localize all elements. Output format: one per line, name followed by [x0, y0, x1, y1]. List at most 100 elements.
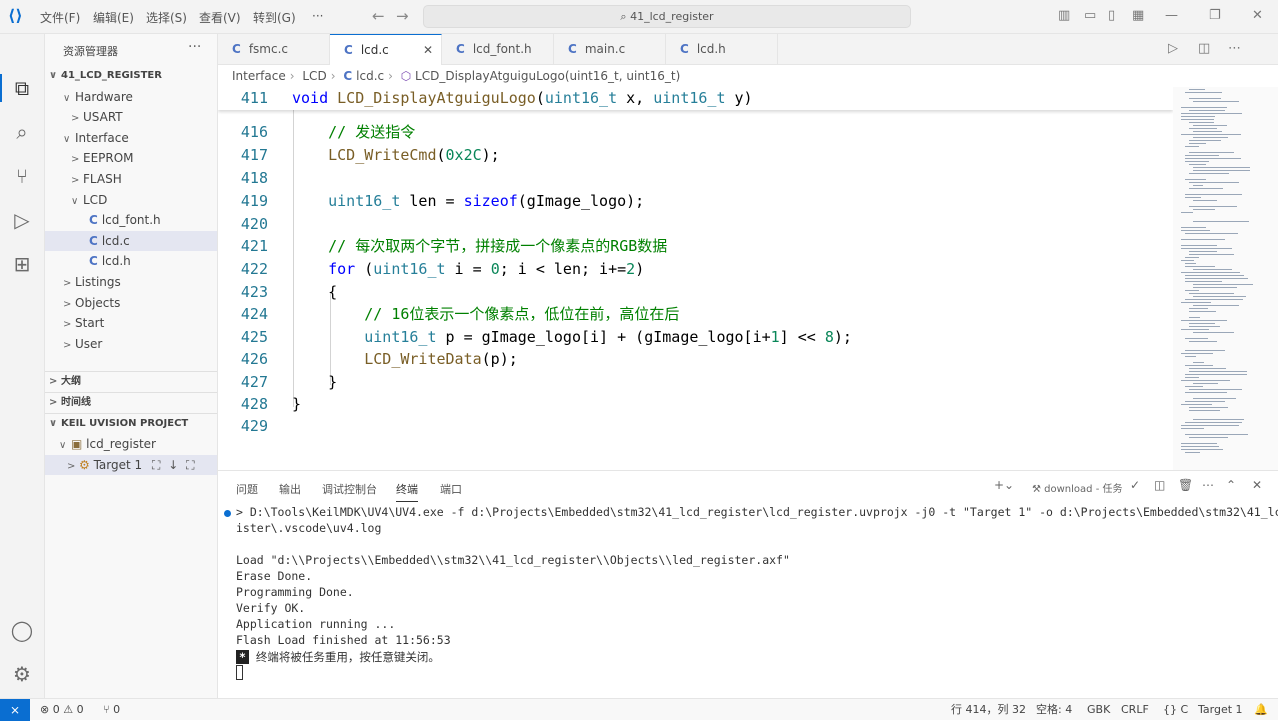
menu-selection[interactable]: 选择(S) [146, 9, 187, 26]
editor-tabs: Cfsmc.c Clcd.c ✕ Clcd_font.h Cmain.c Clcd… [218, 34, 1278, 65]
tree-item[interactable]: > Start [45, 313, 217, 333]
menu-view[interactable]: 查看(V) [199, 9, 241, 26]
tree-item[interactable]: ∨ LCD [45, 190, 217, 210]
extensions-icon[interactable]: ⊞ [10, 252, 34, 276]
split-editor-icon[interactable]: ◫ [1198, 41, 1210, 56]
back-arrow-icon[interactable]: ← [372, 7, 385, 25]
breadcrumb-item[interactable]: Interface [232, 69, 286, 83]
terminal-line: ister\.vscode\uv4.log [236, 521, 382, 535]
split-terminal-icon[interactable]: ◫ [1154, 478, 1165, 492]
menu-file[interactable]: 文件(F) [40, 9, 80, 26]
new-terminal-icon[interactable]: +⌄ [994, 478, 1014, 492]
tab-lcd-font-h[interactable]: Clcd_font.h [442, 34, 554, 65]
tree-item[interactable]: ∨ Hardware [45, 87, 217, 107]
breadcrumb-item[interactable]: LCD [302, 69, 326, 83]
tree-item[interactable]: > Listings [45, 272, 217, 292]
eol-status[interactable]: CRLF [1121, 699, 1149, 721]
toggle-secondary-sidebar-icon[interactable]: ▯ [1108, 8, 1115, 23]
tree-item[interactable]: > USART [45, 107, 217, 127]
keil-project-section[interactable]: ∨ KEIL UVISION PROJECT [45, 414, 217, 434]
minimize-icon[interactable]: — [1165, 8, 1178, 23]
project-label: lcd_register [86, 437, 156, 451]
run-debug-icon[interactable]: ▷ [10, 208, 34, 232]
tree-item-label: 41_LCD_REGISTER [61, 70, 162, 81]
cursor-position[interactable]: 行 414，列 32 [951, 699, 1026, 721]
code-editor[interactable]: 416 // 发送指令 417 LCD_WriteCmd(0x2C); 418 … [218, 87, 1173, 470]
download-icon[interactable]: ↓ [168, 458, 178, 472]
ports-status[interactable]: ⑂ 0 [103, 699, 120, 721]
build-icon[interactable]: ⛶ [152, 458, 160, 472]
outline-section[interactable]: > 大纲 [45, 372, 217, 392]
keil-target-status[interactable]: Target 1 [1198, 699, 1243, 721]
line-number: 425 [240, 328, 268, 346]
problems-status[interactable]: ⊗ 0 ⚠ 0 [40, 699, 84, 721]
minimap-line [1189, 128, 1217, 129]
minimap[interactable] [1173, 87, 1278, 470]
sticky-scroll-header[interactable]: 411 void LCD_DisplayAtguiguLogo(uint16_t … [218, 87, 1173, 110]
command-center-search[interactable]: ⌕ 41_lcd_register [423, 5, 911, 28]
tree-item[interactable]: Clcd.c [45, 230, 217, 251]
explorer-icon[interactable]: ⧉ [10, 76, 34, 100]
tree-item[interactable]: > Objects [45, 293, 217, 313]
remote-indicator-icon[interactable]: ⨯ [0, 699, 30, 721]
more-icon[interactable]: ⋯ [1228, 41, 1241, 56]
tab-output[interactable]: 输出 [279, 481, 301, 497]
rebuild-icon[interactable]: ⛶ [186, 458, 194, 472]
menu-go[interactable]: 转到(G) [253, 9, 296, 26]
settings-gear-icon[interactable]: ⚙ [10, 662, 34, 686]
language-mode[interactable]: {} C [1163, 699, 1188, 721]
check-icon[interactable]: ✓ [1130, 478, 1140, 492]
search-icon[interactable]: ⌕ [10, 120, 34, 144]
minimap-line [1193, 200, 1217, 201]
terminal-task-selector[interactable]: ⚒ download - 任务 [1032, 480, 1122, 495]
tree-item[interactable]: > EEPROM [45, 148, 217, 168]
tab-ports[interactable]: 端口 [440, 481, 462, 497]
forward-arrow-icon[interactable]: → [396, 7, 409, 25]
project-item[interactable]: ∨ ▣ lcd_register [45, 434, 217, 454]
menu-more[interactable]: ··· [312, 9, 323, 23]
close-panel-icon[interactable]: ✕ [1252, 478, 1262, 492]
minimap-line [1193, 125, 1227, 126]
tree-item[interactable]: > FLASH [45, 169, 217, 189]
target-item[interactable]: > ⚙ Target 1 ⛶ ↓ ⛶ [45, 455, 217, 475]
breadcrumb-item[interactable]: lcd.c [356, 69, 384, 83]
timeline-section[interactable]: > 时间线 [45, 393, 217, 413]
line-number: 427 [240, 373, 268, 391]
source-control-icon[interactable]: ⑂ [10, 164, 34, 188]
account-icon[interactable]: ◯ [10, 618, 34, 642]
tree-item[interactable]: ∨ Interface [45, 128, 217, 148]
tree-item[interactable]: > User [45, 334, 217, 354]
tab-main-c[interactable]: Cmain.c [554, 34, 666, 65]
code-line: 425 uint16_t p = gImage_logo[i] + (gImag… [218, 326, 1173, 348]
indentation-status[interactable]: 空格: 4 [1036, 699, 1072, 721]
more-actions-icon[interactable]: ··· [188, 39, 201, 55]
toggle-panel-icon[interactable]: ▭ [1084, 8, 1096, 23]
minimap-line [1193, 167, 1250, 168]
close-window-icon[interactable]: ✕ [1252, 8, 1263, 23]
terminal-line: Application running ... [236, 617, 396, 631]
customize-layout-icon[interactable]: ▦ [1132, 8, 1144, 23]
menu-edit[interactable]: 编辑(E) [93, 9, 134, 26]
encoding-status[interactable]: GBK [1087, 699, 1110, 721]
tree-item[interactable]: Clcd_font.h [45, 210, 217, 230]
notifications-bell-icon[interactable]: 🔔 [1254, 699, 1268, 721]
tab-lcd-h[interactable]: Clcd.h [666, 34, 778, 65]
close-icon[interactable]: ✕ [423, 35, 433, 66]
tab-problems[interactable]: 问题 [236, 481, 258, 497]
breadcrumb-item[interactable]: LCD_DisplayAtguiguLogo(uint16_t, uint16_… [415, 69, 680, 83]
trash-icon[interactable]: 🗑 [1178, 478, 1193, 492]
maximize-panel-icon[interactable]: ⌃ [1226, 478, 1236, 492]
more-icon[interactable]: ⋯ [1202, 478, 1214, 492]
restore-icon[interactable]: ❐ [1209, 8, 1221, 23]
tab-lcd-c[interactable]: Clcd.c ✕ [330, 34, 442, 65]
tree-item[interactable]: Clcd.h [45, 251, 217, 271]
minimap-line [1181, 212, 1193, 213]
minimap-line [1185, 290, 1199, 291]
toggle-sidebar-icon[interactable]: ▥ [1058, 8, 1070, 23]
chevron-right-icon: › [289, 69, 295, 83]
tree-item[interactable]: ∨ 41_LCD_REGISTER [45, 66, 217, 86]
tab-fsmc-c[interactable]: Cfsmc.c [218, 34, 330, 65]
tab-terminal[interactable]: 终端 [396, 481, 418, 502]
tab-debug-console[interactable]: 调试控制台 [322, 481, 377, 497]
run-icon[interactable]: ▷ [1168, 41, 1178, 56]
